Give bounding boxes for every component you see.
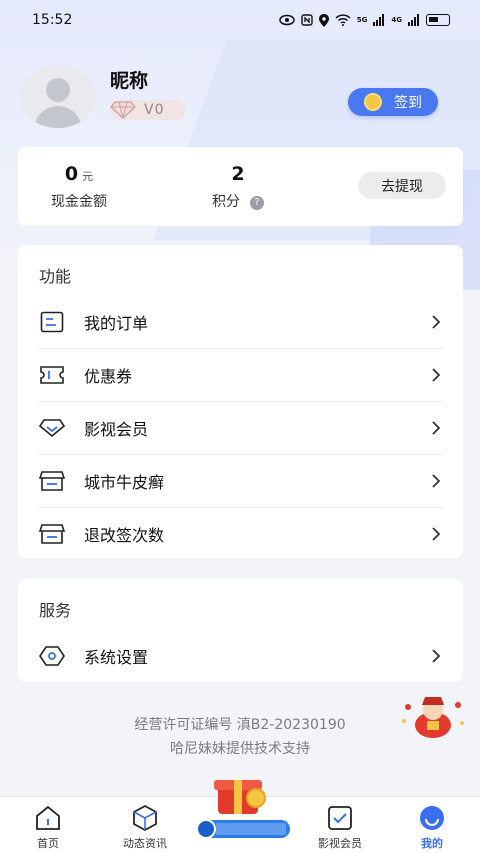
menu-item-orders[interactable]: 我的订单 bbox=[18, 296, 463, 348]
menu-item-label: 城市牛皮癣 bbox=[84, 473, 165, 492]
menu-item-label: 系统设置 bbox=[84, 648, 149, 667]
status-bar: 15:52 5G 4G bbox=[0, 0, 480, 40]
signal-4g-icon: 4G bbox=[391, 16, 402, 24]
menu-item-label: 影视会员 bbox=[84, 420, 149, 439]
wifi-icon bbox=[335, 14, 351, 26]
nav-mine[interactable]: 我的 bbox=[392, 797, 472, 853]
points-value: 2 bbox=[231, 163, 245, 185]
checkin-label: 签到 bbox=[394, 95, 422, 111]
status-time: 15:52 bbox=[32, 12, 73, 28]
nav-label: 动态资讯 bbox=[123, 837, 167, 850]
checked-box-icon bbox=[325, 803, 355, 833]
coin-icon bbox=[364, 93, 382, 111]
nav-label: 我的 bbox=[421, 837, 443, 850]
store-icon bbox=[38, 520, 66, 548]
support-text: 哈尼妹妹提供技术支持 bbox=[170, 741, 310, 757]
nav-news[interactable]: 动态资讯 bbox=[105, 797, 185, 853]
chevron-right-icon bbox=[429, 315, 443, 329]
menu-item-video-vip[interactable]: 影视会员 bbox=[18, 402, 463, 454]
menu-item-label: 优惠券 bbox=[84, 367, 133, 386]
chevron-right-icon bbox=[429, 421, 443, 435]
points-label: 积分 bbox=[212, 194, 240, 210]
menu-item-refund-count[interactable]: 退改签次数 bbox=[18, 508, 463, 560]
points-balance[interactable]: 2 积分? bbox=[198, 163, 278, 211]
nfc-icon bbox=[301, 14, 313, 26]
nav-video-vip[interactable]: 影视会员 bbox=[300, 797, 380, 853]
withdraw-button[interactable]: 去提现 bbox=[358, 172, 446, 199]
chevron-right-icon bbox=[429, 649, 443, 663]
checkin-button[interactable]: 签到 bbox=[348, 88, 438, 116]
menu-item-coupons[interactable]: 优惠券 bbox=[18, 349, 463, 401]
order-list-icon bbox=[38, 308, 66, 336]
location-icon bbox=[318, 13, 329, 27]
eye-icon bbox=[279, 14, 295, 26]
home-icon bbox=[33, 803, 63, 833]
balance-card: 0元 现金金额 2 积分? 去提现 bbox=[18, 147, 463, 226]
cash-balance[interactable]: 0元 现金金额 bbox=[43, 163, 115, 211]
gift-box-icon[interactable] bbox=[196, 778, 292, 848]
services-card: 服务 系统设置 bbox=[18, 579, 463, 682]
signal-bars-icon bbox=[373, 14, 385, 26]
nav-label: 首页 bbox=[37, 837, 59, 850]
chevron-right-icon bbox=[429, 474, 443, 488]
menu-item-label: 退改签次数 bbox=[84, 526, 165, 545]
avatar[interactable] bbox=[20, 66, 96, 128]
nav-label: 影视会员 bbox=[318, 837, 362, 850]
cash-label: 现金金额 bbox=[51, 194, 107, 210]
help-icon[interactable]: ? bbox=[250, 196, 264, 210]
nickname[interactable]: 昵称 bbox=[110, 66, 148, 93]
menu-item-city-ads[interactable]: 城市牛皮癣 bbox=[18, 455, 463, 507]
functions-title: 功能 bbox=[39, 267, 72, 286]
chevron-right-icon bbox=[429, 368, 443, 382]
vip-level-text: V0 bbox=[144, 102, 165, 118]
cash-unit: 元 bbox=[82, 170, 94, 183]
functions-card: 功能 我的订单 优惠券 影视会员 城市牛皮癣 退改签次数 bbox=[18, 245, 463, 558]
menu-item-label: 我的订单 bbox=[84, 314, 149, 333]
hexagon-settings-icon bbox=[38, 642, 66, 670]
signal-bars-icon bbox=[408, 14, 419, 26]
menu-item-settings[interactable]: 系统设置 bbox=[18, 630, 463, 682]
chevron-right-icon bbox=[429, 527, 443, 541]
cube-icon bbox=[130, 803, 160, 833]
signal-5g-icon: 5G bbox=[356, 16, 368, 24]
battery-icon bbox=[426, 14, 450, 26]
diamond-icon bbox=[38, 414, 66, 442]
diamond-icon bbox=[108, 100, 138, 120]
nav-home[interactable]: 首页 bbox=[8, 797, 88, 853]
store-icon bbox=[38, 467, 66, 495]
services-title: 服务 bbox=[39, 601, 72, 620]
cash-value: 0 bbox=[64, 163, 79, 185]
profile-smile-icon bbox=[417, 803, 447, 833]
mascot-icon[interactable] bbox=[400, 695, 466, 740]
coupon-icon bbox=[38, 361, 66, 389]
vip-level-badge[interactable]: V0 bbox=[110, 100, 186, 120]
